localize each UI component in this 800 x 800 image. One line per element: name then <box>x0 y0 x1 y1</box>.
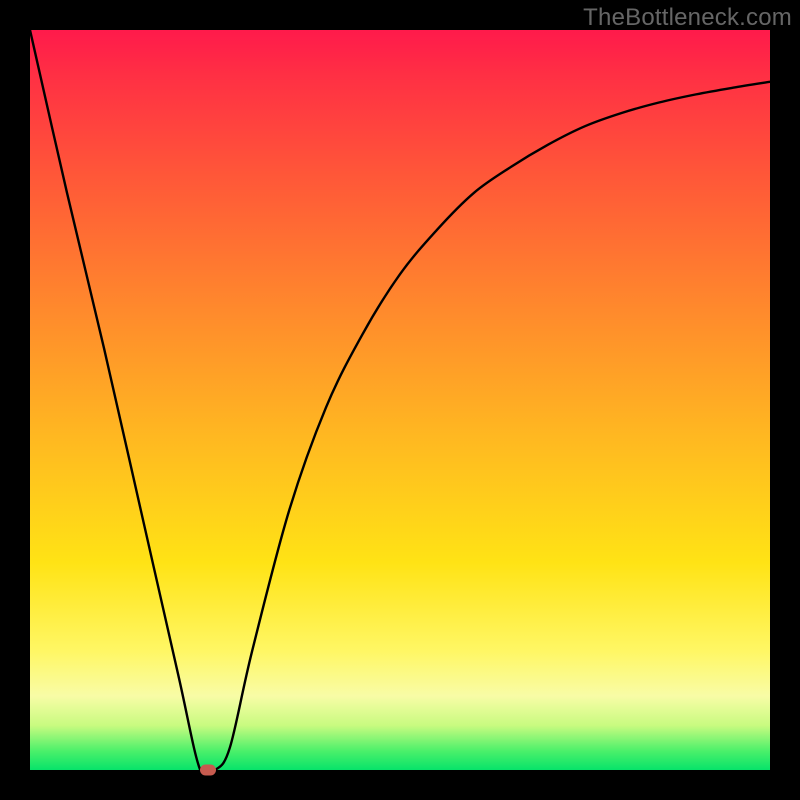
curve-layer <box>30 30 770 770</box>
chart-container: TheBottleneck.com <box>0 0 800 800</box>
watermark-text: TheBottleneck.com <box>583 4 792 32</box>
plot-area <box>30 30 770 770</box>
optimum-marker <box>200 765 216 776</box>
bottleneck-curve <box>30 30 770 770</box>
